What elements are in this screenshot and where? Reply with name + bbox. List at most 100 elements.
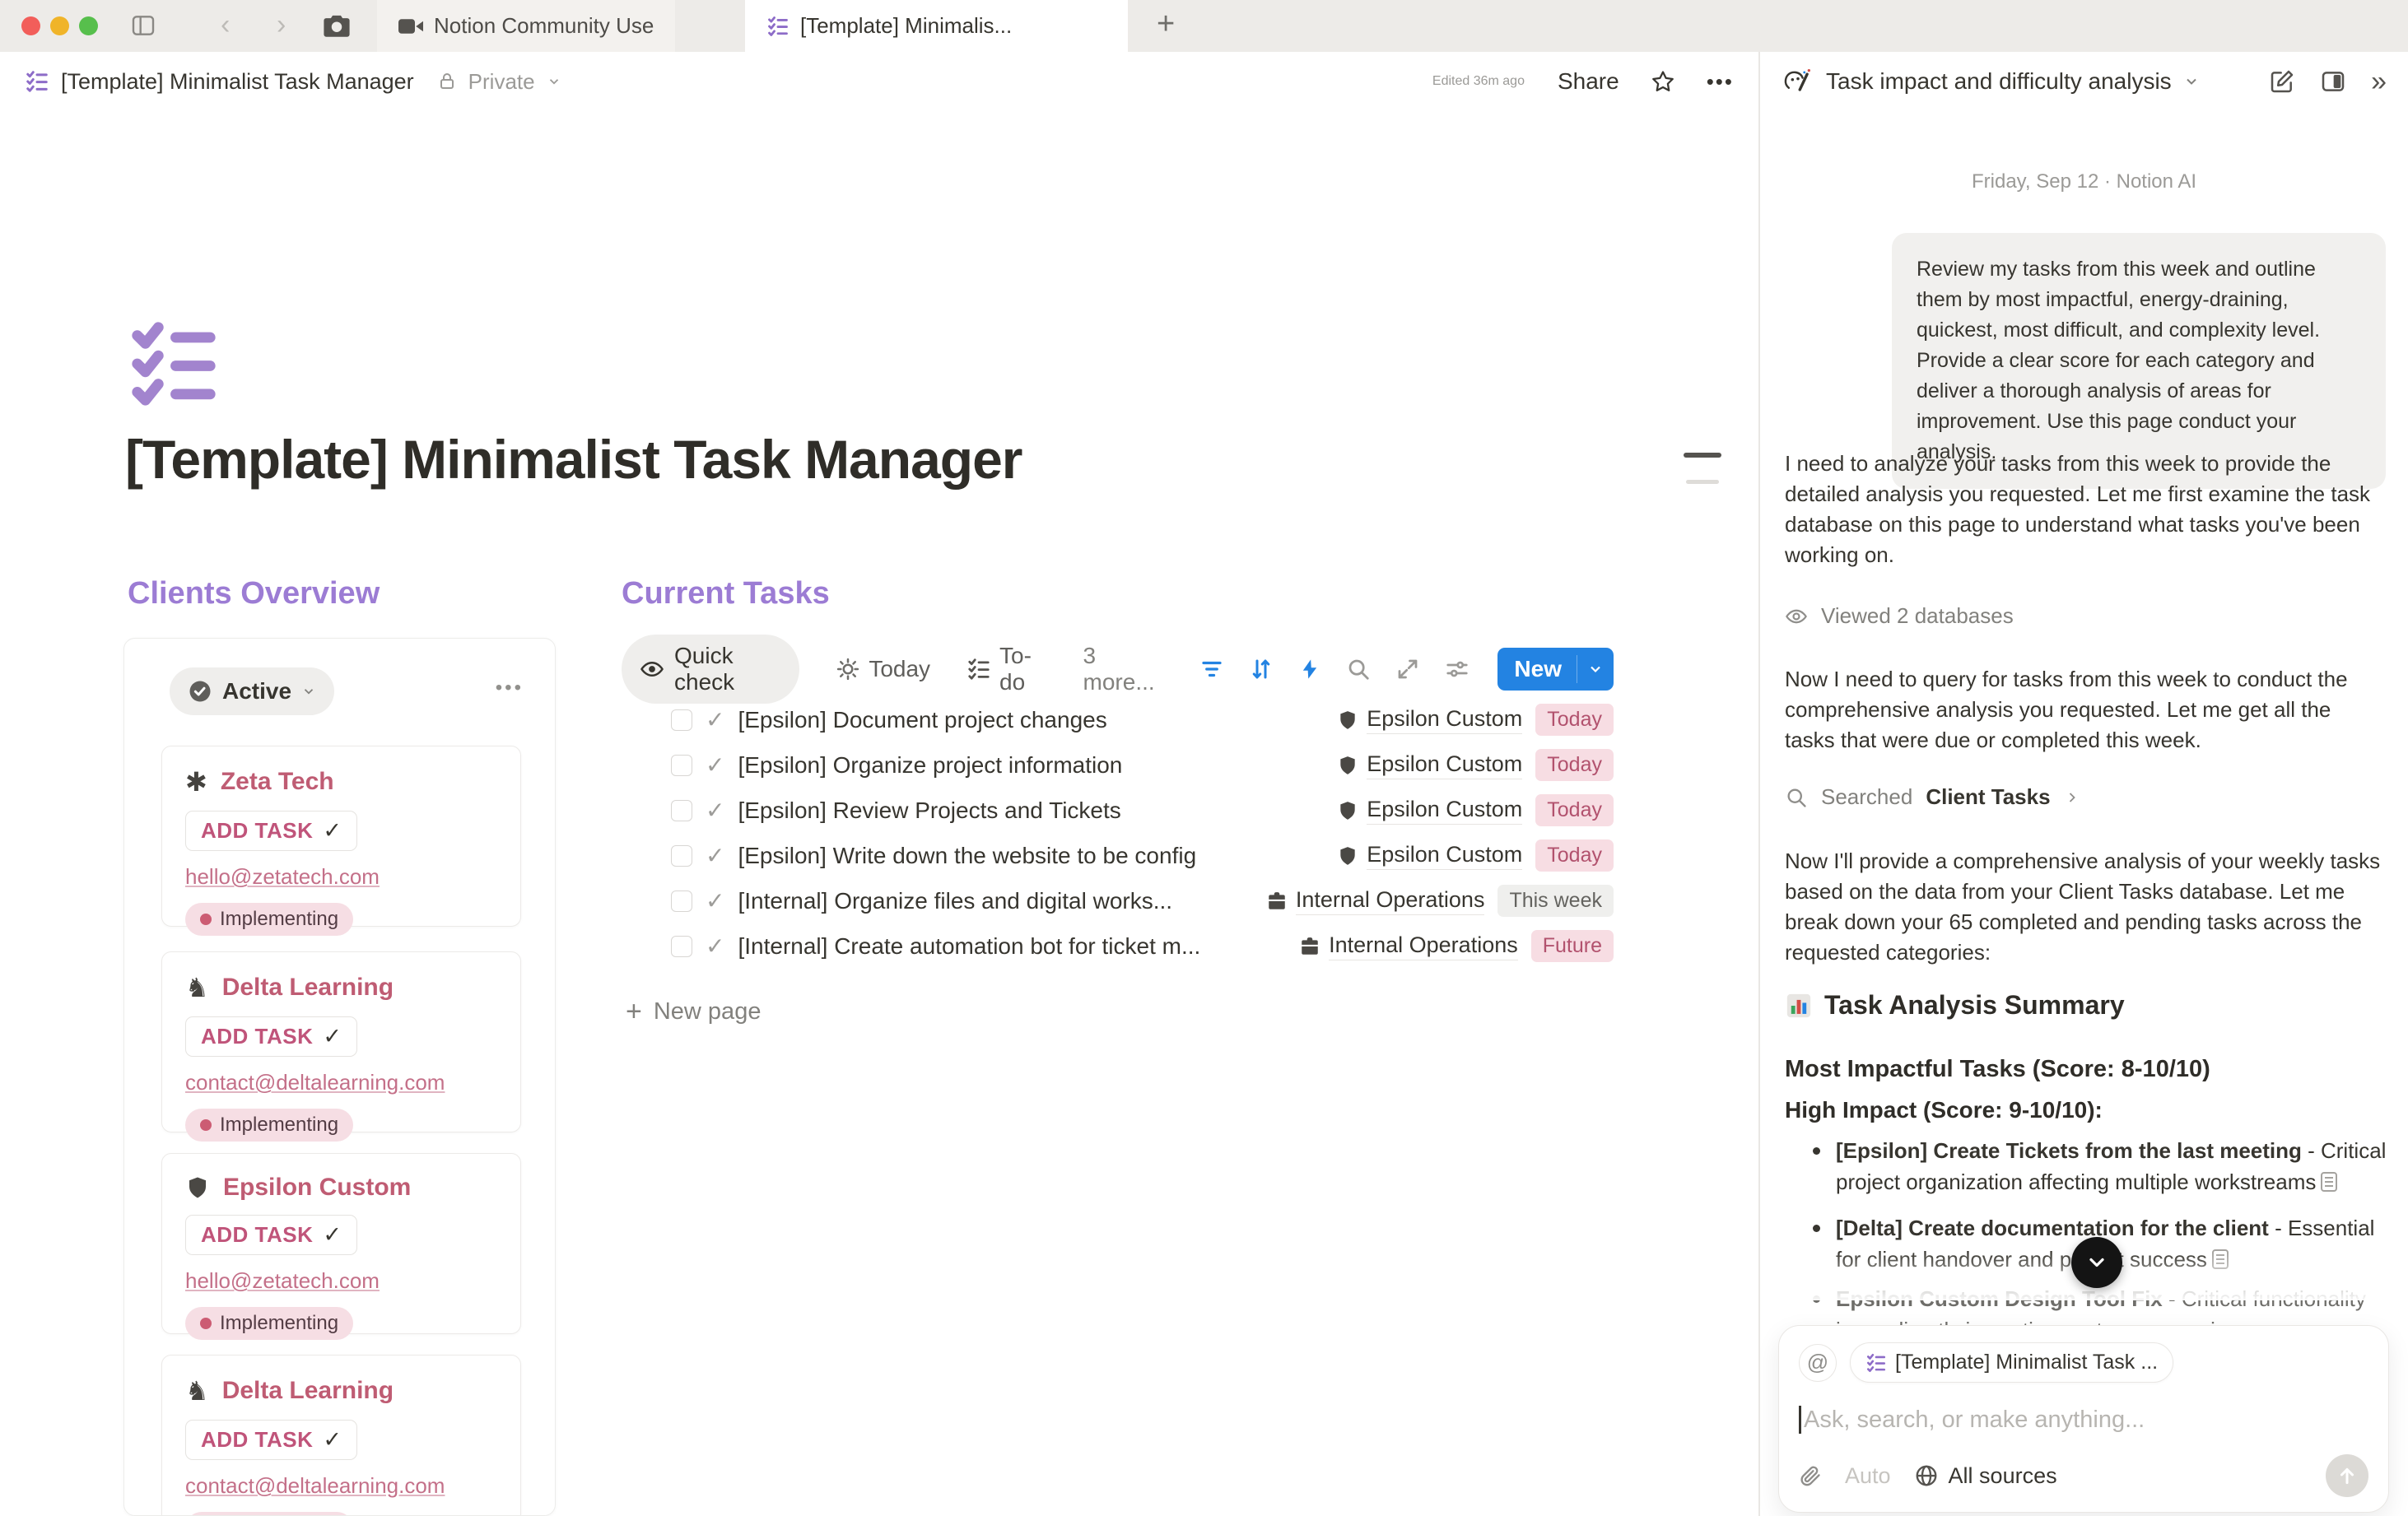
- all-sources-button[interactable]: All sources: [1914, 1463, 2057, 1489]
- ai-composer[interactable]: @ [Template] Minimalist Task ... Ask, se…: [1778, 1325, 2389, 1513]
- model-auto-label[interactable]: Auto: [1845, 1463, 1891, 1489]
- context-page-chip[interactable]: [Template] Minimalist Task ...: [1850, 1342, 2173, 1383]
- viewed-databases-row[interactable]: Viewed 2 databases: [1785, 603, 2014, 629]
- page-emoji-todo-icon[interactable]: [125, 315, 222, 412]
- share-button[interactable]: Share: [1558, 68, 1619, 95]
- client-name[interactable]: Delta Learning: [222, 974, 394, 1002]
- block-handle-dash[interactable]: [1684, 453, 1721, 458]
- chevron-down-icon[interactable]: [2183, 73, 2200, 90]
- task-row[interactable]: ✓ [Internal] Organize files and digital …: [622, 878, 1614, 923]
- tab-template-minimalist[interactable]: [Template] Minimalis...: [745, 0, 1128, 52]
- task-title[interactable]: [Internal] Create automation bot for tic…: [738, 933, 1200, 960]
- more-views-button[interactable]: 3 more...: [1083, 643, 1164, 695]
- task-checkbox[interactable]: [671, 936, 692, 957]
- task-title[interactable]: [Epsilon] Review Projects and Tickets: [738, 798, 1120, 824]
- expand-icon[interactable]: [1395, 657, 1420, 681]
- globe-icon: [1914, 1463, 1939, 1488]
- forward-button[interactable]: ›: [277, 9, 286, 41]
- add-task-button[interactable]: ADD TASK ✓: [185, 1215, 357, 1255]
- back-button[interactable]: ‹: [221, 9, 230, 41]
- task-row[interactable]: ✓ [Epsilon] Write down the website to be…: [622, 833, 1614, 878]
- chevron-down-icon: [547, 74, 561, 89]
- task-title[interactable]: [Epsilon] Organize project information: [738, 752, 1122, 779]
- tag-label: Epsilon Custom: [1367, 751, 1522, 779]
- plus-icon: +: [626, 996, 642, 1028]
- notion-ai-face-icon: [1782, 65, 1814, 98]
- client-name[interactable]: Delta Learning: [222, 1377, 394, 1405]
- client-email-link[interactable]: contact@deltalearning.com: [185, 1070, 497, 1095]
- shield-icon: [1337, 709, 1358, 732]
- more-options-button[interactable]: •••: [1707, 69, 1734, 95]
- view-tab-today[interactable]: Today: [836, 656, 930, 682]
- traffic-close-button[interactable]: [21, 16, 40, 35]
- task-title[interactable]: [Epsilon] Document project changes: [738, 707, 1106, 733]
- check-icon: ✓: [706, 887, 724, 914]
- client-email-link[interactable]: hello@zetatech.com: [185, 864, 497, 890]
- status-filter-active[interactable]: Active: [170, 667, 334, 715]
- task-row[interactable]: ✓ [Epsilon] Document project changes Eps…: [622, 697, 1614, 742]
- task-checkbox[interactable]: [671, 891, 692, 912]
- collapse-double-chevron-icon[interactable]: »: [2371, 66, 2387, 98]
- tune-settings-icon[interactable]: [1445, 657, 1469, 681]
- client-card[interactable]: ♞ Delta Learning ADD TASK ✓ contact@delt…: [161, 1355, 521, 1516]
- client-name[interactable]: Epsilon Custom: [223, 1174, 411, 1202]
- searched-row[interactable]: Searched Client Tasks: [1785, 784, 2080, 810]
- page-title[interactable]: [Template] Minimalist Task Manager: [125, 428, 1022, 491]
- new-page-button[interactable]: + New page: [626, 996, 761, 1028]
- task-row[interactable]: ✓ [Epsilon] Organize project information…: [622, 742, 1614, 788]
- search-icon[interactable]: [1346, 657, 1371, 681]
- view-tab-quick-check[interactable]: Quick check: [622, 635, 799, 704]
- attachment-paperclip-icon[interactable]: [1799, 1464, 1822, 1487]
- lightning-icon[interactable]: [1298, 657, 1321, 681]
- ai-thread-title[interactable]: Task impact and difficulty analysis: [1826, 68, 2172, 95]
- searched-target[interactable]: Client Tasks: [1926, 784, 2050, 810]
- task-checkbox[interactable]: [671, 845, 692, 867]
- send-button[interactable]: [2326, 1454, 2368, 1497]
- client-name[interactable]: Zeta Tech: [221, 768, 334, 796]
- view-tab-todo[interactable]: To-do: [966, 643, 1047, 695]
- task-client-tag[interactable]: Epsilon Custom: [1337, 751, 1522, 779]
- client-email-link[interactable]: contact@deltalearning.com: [185, 1473, 497, 1499]
- breadcrumb-title[interactable]: [Template] Minimalist Task Manager: [61, 69, 414, 95]
- privacy-label[interactable]: Private: [468, 69, 535, 95]
- filter-icon[interactable]: [1199, 657, 1224, 681]
- new-button-dropdown[interactable]: [1577, 655, 1614, 683]
- task-title[interactable]: [Epsilon] Write down the website to be c…: [738, 843, 1196, 869]
- task-client-tag[interactable]: Internal Operations: [1299, 932, 1518, 960]
- mention-button[interactable]: @: [1799, 1344, 1837, 1382]
- sidebar-toggle-icon[interactable]: [130, 12, 156, 39]
- status-label: Implementing: [220, 1312, 338, 1335]
- add-task-button[interactable]: ADD TASK ✓: [185, 1420, 357, 1460]
- new-record-button[interactable]: New: [1497, 648, 1614, 691]
- traffic-zoom-button[interactable]: [79, 16, 98, 35]
- new-tab-button[interactable]: +: [1157, 7, 1175, 42]
- panel-layout-icon[interactable]: [2320, 68, 2346, 95]
- compose-icon[interactable]: [2269, 68, 2295, 95]
- task-row[interactable]: ✓ [Internal] Create automation bot for t…: [622, 923, 1614, 969]
- task-checkbox[interactable]: [671, 800, 692, 821]
- traffic-minimize-button[interactable]: [50, 16, 69, 35]
- task-title[interactable]: [Internal] Organize files and digital wo…: [738, 888, 1172, 914]
- client-card[interactable]: Epsilon Custom ADD TASK ✓ hello@zetatech…: [161, 1153, 521, 1334]
- client-card[interactable]: ✱ Zeta Tech ADD TASK ✓ hello@zetatech.co…: [161, 746, 521, 927]
- board-more-button[interactable]: •••: [496, 677, 524, 700]
- task-row[interactable]: ✓ [Epsilon] Review Projects and Tickets …: [622, 788, 1614, 833]
- sort-icon[interactable]: [1249, 657, 1274, 681]
- task-client-tag[interactable]: Epsilon Custom: [1337, 706, 1522, 734]
- add-task-button[interactable]: ADD TASK ✓: [185, 1016, 357, 1057]
- check-icon: ✓: [706, 932, 724, 960]
- task-client-tag[interactable]: Epsilon Custom: [1337, 842, 1522, 870]
- task-client-tag[interactable]: Epsilon Custom: [1337, 797, 1522, 825]
- task-client-tag[interactable]: Internal Operations: [1266, 887, 1485, 915]
- add-task-button[interactable]: ADD TASK ✓: [185, 811, 357, 851]
- tab-notion-community[interactable]: Notion Community Use: [377, 0, 675, 52]
- client-email-link[interactable]: hello@zetatech.com: [185, 1268, 497, 1294]
- client-card[interactable]: ♞ Delta Learning ADD TASK ✓ contact@delt…: [161, 951, 521, 1132]
- task-checkbox[interactable]: [671, 709, 692, 731]
- screenshot-camera-icon[interactable]: [323, 14, 351, 39]
- add-task-label: ADD TASK: [201, 1427, 313, 1453]
- favorite-star-icon[interactable]: [1651, 69, 1675, 94]
- scroll-to-bottom-button[interactable]: [2071, 1237, 2122, 1288]
- task-checkbox[interactable]: [671, 755, 692, 776]
- ai-input[interactable]: Ask, search, or make anything...: [1804, 1407, 2145, 1434]
